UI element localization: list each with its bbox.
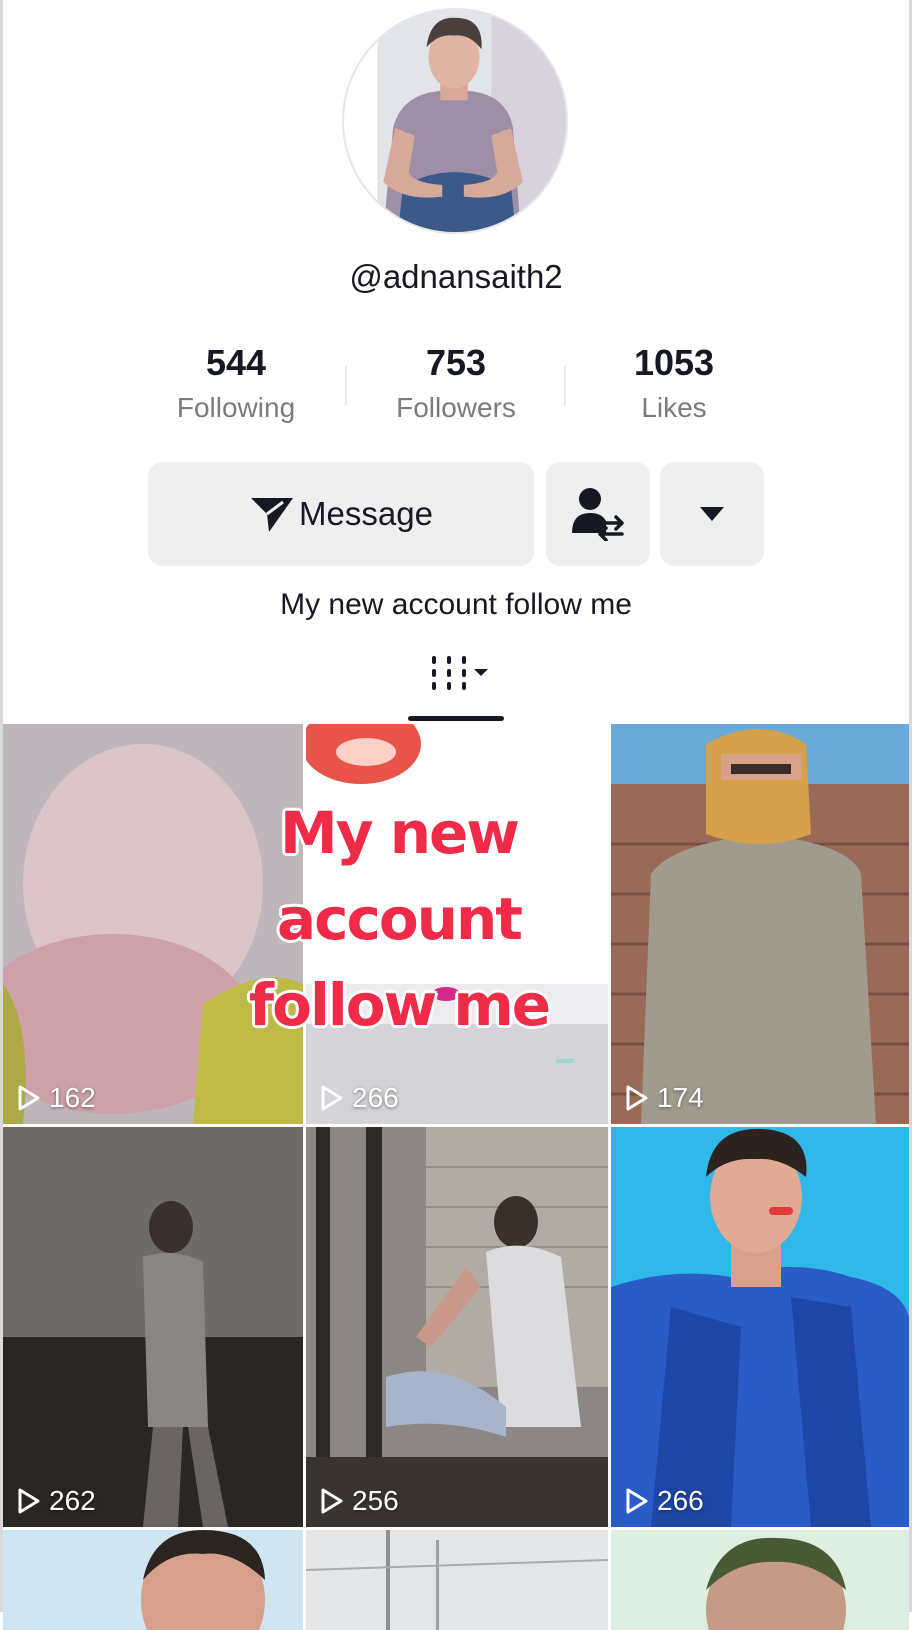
add-friend-button[interactable]	[546, 462, 650, 566]
video-tile[interactable]: 266	[611, 1127, 909, 1527]
overlay-caption: My new account follow me	[154, 790, 644, 1048]
stat-likes[interactable]: 1053 Likes	[574, 340, 774, 426]
stat-followers[interactable]: 753 Followers	[356, 340, 556, 426]
followers-label: Followers	[396, 392, 516, 423]
view-count-value: 174	[657, 1082, 704, 1113]
play-icon	[18, 1488, 40, 1514]
profile-avatar[interactable]	[342, 8, 568, 234]
likes-count: 1053	[633, 342, 715, 383]
grid-icon	[432, 656, 488, 690]
view-count-value: 262	[49, 1485, 96, 1516]
profile-stats: 544 Following 753 Followers 1053 Likes	[0, 340, 912, 440]
message-label: Message	[299, 495, 433, 532]
send-icon	[251, 498, 294, 532]
following-label: Following	[176, 392, 296, 423]
video-tile[interactable]: 174	[611, 724, 909, 1124]
play-icon	[18, 1085, 40, 1111]
video-thumbnail	[611, 1530, 909, 1630]
likes-label: Likes	[641, 392, 707, 423]
view-count: 174	[625, 1082, 704, 1114]
more-options-button[interactable]	[660, 462, 764, 566]
view-count-value: 266	[352, 1082, 399, 1113]
video-thumbnail	[3, 1530, 303, 1630]
overlay-line-1: My new account	[276, 799, 523, 953]
message-button[interactable]: Message	[148, 462, 534, 566]
view-count-value: 162	[49, 1082, 96, 1113]
view-count-value: 266	[657, 1485, 704, 1516]
active-tab-indicator	[408, 716, 504, 721]
play-icon	[321, 1488, 343, 1514]
stat-following[interactable]: 544 Following	[136, 340, 336, 426]
play-icon	[321, 1085, 343, 1111]
caret-down-icon	[700, 507, 724, 521]
profile-bio: My new account follow me	[280, 588, 632, 621]
person-swap-icon	[572, 488, 624, 541]
video-tile[interactable]: 256	[306, 1127, 608, 1527]
video-tile[interactable]: 262	[3, 1127, 303, 1527]
following-count: 544	[205, 342, 267, 383]
avatar-image	[344, 10, 566, 232]
video-thumbnail	[611, 724, 909, 1124]
tab-videos[interactable]	[430, 652, 500, 696]
video-thumbnail	[306, 1127, 608, 1527]
video-tile[interactable]	[306, 1530, 608, 1630]
video-tile[interactable]	[3, 1530, 303, 1630]
view-count-value: 256	[352, 1485, 399, 1516]
overlay-line-2: follow me	[248, 971, 551, 1039]
view-count: 266	[320, 1082, 399, 1114]
play-icon	[626, 1085, 648, 1111]
video-tile[interactable]	[611, 1530, 909, 1630]
stat-divider	[345, 366, 347, 406]
followers-count: 753	[425, 342, 487, 383]
video-thumbnail	[306, 1530, 608, 1630]
stat-divider	[564, 366, 566, 406]
video-thumbnail	[3, 1127, 303, 1527]
view-count: 162	[17, 1082, 96, 1114]
view-count: 256	[320, 1485, 399, 1517]
view-count: 262	[17, 1485, 96, 1517]
video-thumbnail	[611, 1127, 909, 1527]
view-count: 266	[625, 1485, 704, 1517]
play-icon	[626, 1488, 648, 1514]
profile-username: @adnansaith2	[349, 258, 563, 295]
